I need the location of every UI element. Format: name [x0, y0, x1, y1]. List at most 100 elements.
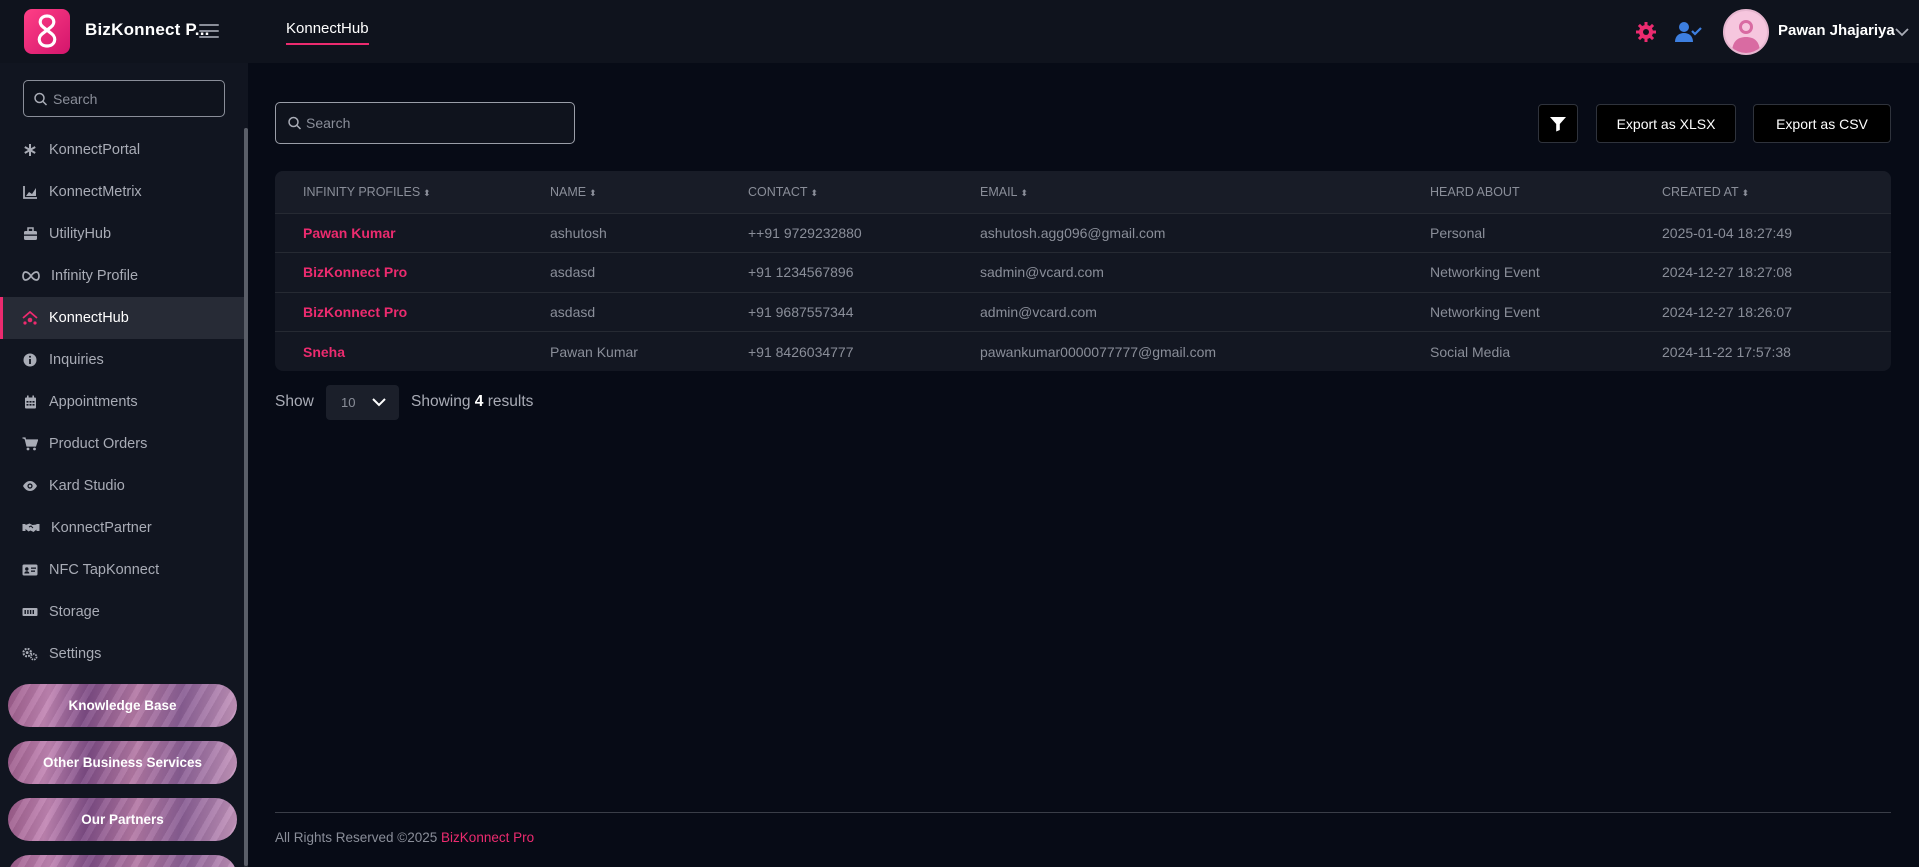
sidebar-item-product-orders[interactable]: Product Orders — [0, 423, 244, 465]
sidebar-item-label: Inquiries — [49, 352, 104, 368]
app-logo[interactable] — [24, 9, 70, 54]
cart-icon — [22, 436, 38, 452]
filter-button[interactable] — [1538, 104, 1578, 143]
results-suffix: results — [487, 393, 534, 410]
sort-icon[interactable]: ⬍ — [811, 188, 819, 198]
sidebar-scrollbar-thumb[interactable] — [244, 128, 248, 866]
profile-link[interactable]: BizKonnect Pro — [275, 252, 550, 292]
cell-contact: +91 8426034777 — [748, 331, 980, 371]
col-infinity-profiles[interactable]: INFINITY PROFILES ⬍ — [275, 171, 550, 213]
knowledge-base-label: Knowledge Base — [68, 698, 177, 713]
info-icon — [22, 352, 38, 368]
table-row: BizKonnect Pro asdasd +91 9687557344 adm… — [275, 291, 1891, 332]
sidebar-item-label: KonnectPortal — [49, 142, 141, 158]
search-icon — [34, 92, 48, 106]
profile-link[interactable]: BizKonnect Pro — [275, 291, 550, 332]
table-row: Pawan Kumar ashutosh ++91 9729232880 ash… — [275, 212, 1891, 253]
sidebar-item-label: KonnectMetrix — [49, 184, 142, 200]
sidebar-item-kard-studio[interactable]: Kard Studio — [0, 465, 244, 507]
cell-contact: ++91 9729232880 — [748, 212, 980, 253]
results-prefix: Showing — [411, 393, 471, 410]
table-row: BizKonnect Pro asdasd +91 1234567896 sad… — [275, 252, 1891, 292]
sidebar-item-storage[interactable]: Storage — [0, 591, 244, 633]
cell-heard-about: Personal — [1430, 212, 1662, 253]
col-contact[interactable]: CONTACT ⬍ — [748, 171, 980, 213]
sidebar-item-konnectpartner[interactable]: KonnectPartner — [0, 507, 244, 549]
sidebar-search-input[interactable] — [24, 81, 224, 116]
copyright-text: All Rights Reserved ©2025 — [275, 830, 438, 845]
settings-gear-icon[interactable] — [1633, 19, 1659, 45]
sidebar-item-konnectmetrix[interactable]: KonnectMetrix — [0, 171, 244, 213]
profile-link[interactable]: Sneha — [275, 331, 550, 371]
cell-heard-about: Networking Event — [1430, 252, 1662, 292]
cell-name: ashutosh — [550, 212, 748, 253]
col-email[interactable]: EMAIL ⬍ — [980, 171, 1430, 213]
our-partners-label: Our Partners — [81, 812, 164, 827]
sidebar-item-label: Appointments — [49, 394, 138, 410]
sidebar-item-utilityhub[interactable]: UtilityHub — [0, 213, 244, 255]
export-xlsx-button[interactable]: Export as XLSX — [1596, 104, 1736, 143]
sidebar-item-konnectportal[interactable]: KonnectPortal — [0, 129, 244, 171]
results-number: 4 — [474, 393, 484, 410]
show-label: Show — [275, 393, 314, 410]
main-search[interactable] — [275, 102, 575, 144]
sidebar-item-settings[interactable]: Settings — [0, 633, 244, 675]
sidebar-item-infinity-profile[interactable]: Infinity Profile — [0, 255, 244, 297]
sidebar-item-inquiries[interactable]: Inquiries — [0, 339, 244, 381]
col-created-at[interactable]: CREATED AT ⬍ — [1662, 171, 1891, 213]
eye-icon — [22, 478, 38, 494]
sidebar-item-label: Infinity Profile — [51, 268, 139, 284]
sidebar: KonnectPortal KonnectMetrix UtilityHub I… — [0, 63, 248, 867]
chevron-down-icon[interactable] — [1893, 23, 1911, 41]
cell-created-at: 2024-11-22 17:57:38 — [1662, 331, 1891, 371]
export-csv-button[interactable]: Export as CSV — [1753, 104, 1891, 143]
chevron-down-icon — [372, 398, 386, 407]
cell-created-at: 2024-12-27 18:27:08 — [1662, 252, 1891, 292]
sort-icon[interactable]: ⬍ — [1021, 188, 1029, 198]
id-card-icon — [22, 562, 38, 578]
toolbox-icon — [22, 226, 38, 242]
tab-konnecthub[interactable]: KonnectHub — [286, 20, 369, 45]
top-bar: BizKonnect P... KonnectHub Pawan Jhajari… — [0, 0, 1919, 63]
cell-created-at: 2024-12-27 18:26:07 — [1662, 291, 1891, 332]
knowledge-base-button[interactable]: Knowledge Base — [8, 684, 237, 727]
results-count: Showing 4 results — [411, 393, 533, 411]
other-business-services-button[interactable]: Other Business Services — [8, 741, 237, 784]
our-partners-button[interactable]: Our Partners — [8, 798, 237, 841]
sort-icon[interactable]: ⬍ — [589, 188, 597, 198]
col-heard-about: HEARD ABOUT — [1430, 171, 1662, 213]
footer-divider — [275, 812, 1891, 813]
col-name[interactable]: NAME ⬍ — [550, 171, 748, 213]
cell-name: asdasd — [550, 252, 748, 292]
cell-heard-about: Networking Event — [1430, 291, 1662, 332]
sort-icon[interactable]: ⬍ — [1742, 188, 1750, 198]
avatar[interactable] — [1723, 9, 1769, 55]
gears-icon — [22, 646, 38, 662]
page-size-value: 10 — [341, 395, 356, 410]
main-search-input[interactable] — [276, 103, 574, 143]
sort-icon[interactable]: ⬍ — [423, 188, 431, 198]
user-check-icon[interactable] — [1674, 19, 1702, 45]
sidebar-item-label: Product Orders — [49, 436, 148, 452]
promo-button-partial[interactable] — [8, 855, 237, 867]
sidebar-item-appointments[interactable]: Appointments — [0, 381, 244, 423]
sidebar-search[interactable] — [23, 80, 225, 117]
sidebar-item-konnecthub[interactable]: KonnectHub — [0, 297, 244, 339]
user-name[interactable]: Pawan Jhajariya — [1778, 22, 1895, 39]
page-size-select[interactable]: 10 — [326, 385, 399, 420]
cell-contact: +91 1234567896 — [748, 252, 980, 292]
hub-icon — [22, 310, 38, 326]
sidebar-item-label: Kard Studio — [49, 478, 125, 494]
cell-email: pawankumar0000077777@gmail.com — [980, 331, 1430, 371]
menu-toggle-icon[interactable] — [199, 20, 223, 42]
filter-icon — [1550, 116, 1566, 131]
chart-icon — [22, 184, 38, 200]
sidebar-item-label: Storage — [49, 604, 100, 620]
footer-brand-link[interactable]: BizKonnect Pro — [441, 830, 534, 845]
search-icon — [288, 116, 302, 130]
sidebar-item-nfc-tapkonnect[interactable]: NFC TapKonnect — [0, 549, 244, 591]
other-business-services-label: Other Business Services — [42, 755, 203, 770]
storage-icon — [22, 604, 38, 620]
profile-link[interactable]: Pawan Kumar — [275, 212, 550, 253]
calendar-icon — [22, 394, 38, 410]
